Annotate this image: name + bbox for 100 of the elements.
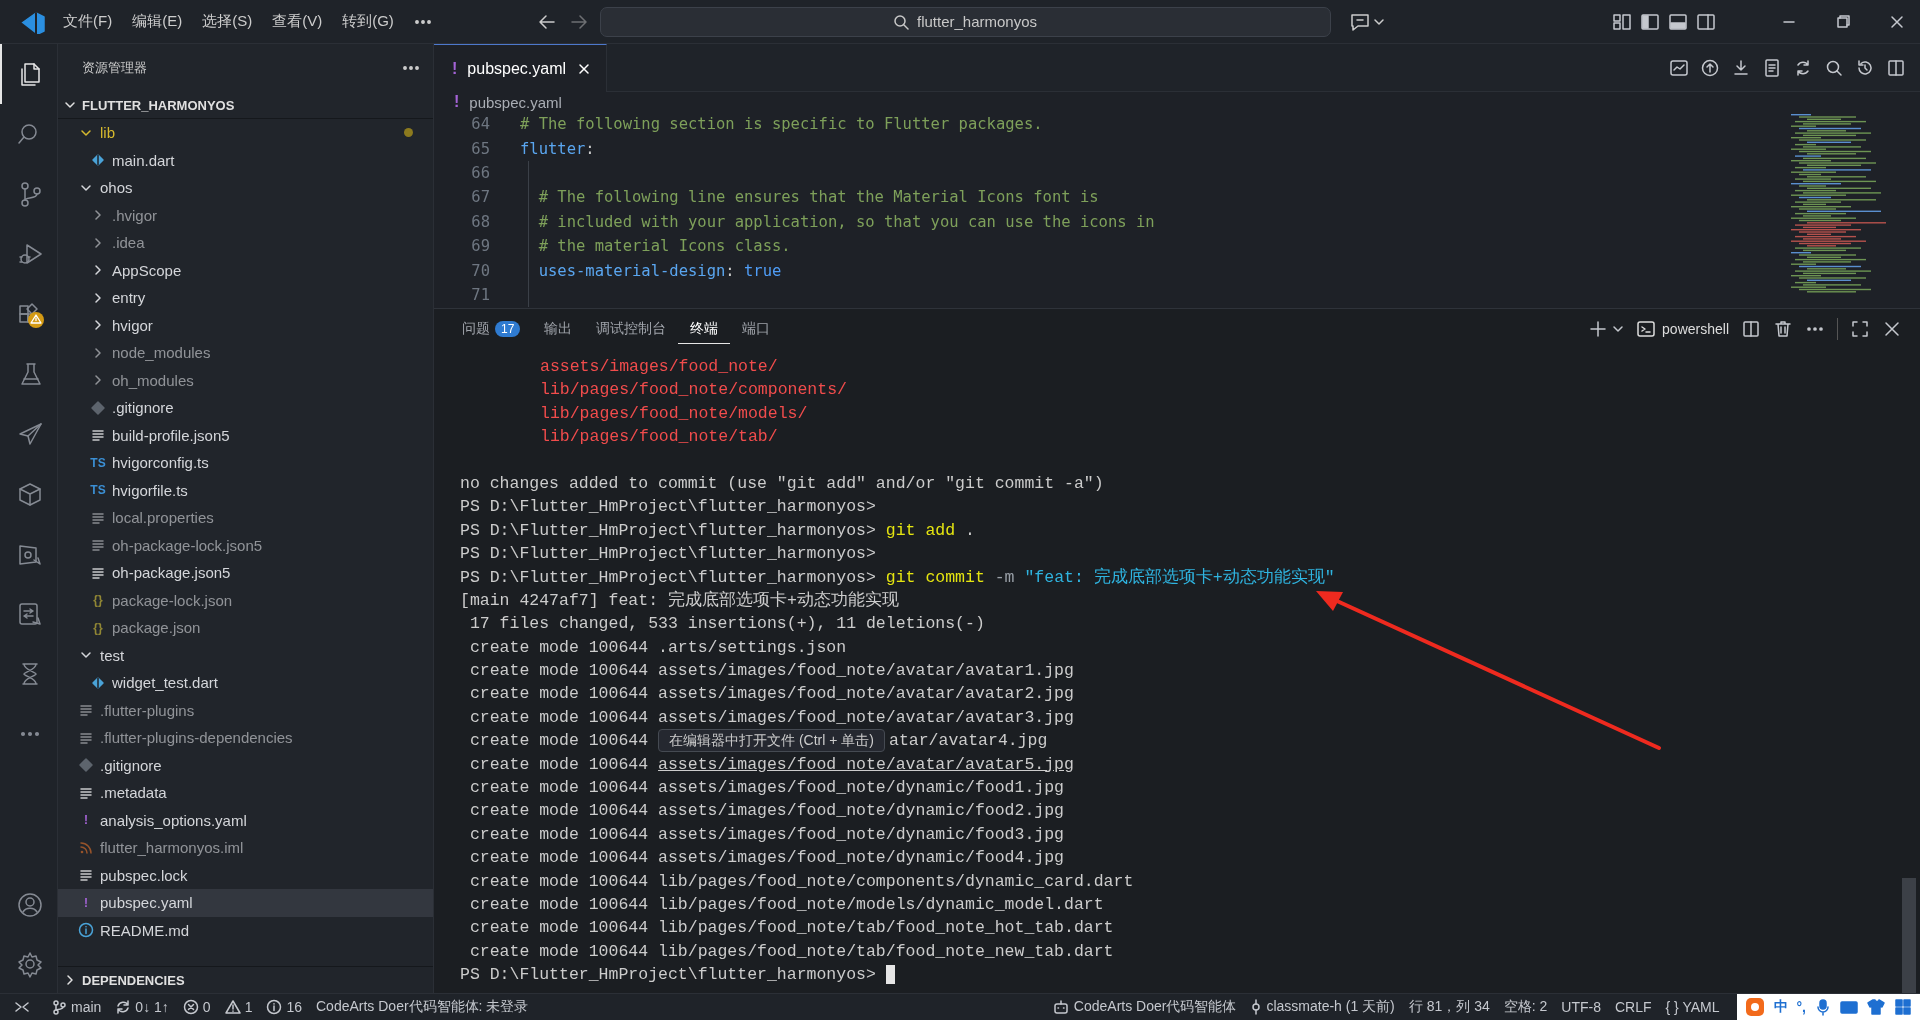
json-file-icon: {} [90, 620, 106, 635]
shell-selector[interactable]: powershell [1636, 319, 1729, 339]
terminal-text: create mode 100644 assets/images/food_note/dynamic/food2.jpg [468, 801, 1064, 821]
folder-item[interactable]: hvigor [58, 311, 433, 339]
terminal-text: PS D:\Flutter_HmProject\flutter_harmonyos> [460, 965, 876, 985]
sync-status[interactable]: 0↓ 1↑ [108, 994, 176, 1020]
layout-icon[interactable] [1612, 11, 1632, 32]
file-item[interactable]: {} package-lock.json [58, 586, 433, 614]
lines-icon [78, 702, 94, 719]
file-item[interactable]: pubspec.lock [58, 861, 433, 889]
status-item[interactable]: 行 81，列 34 [1401, 994, 1497, 1020]
branch-indicator[interactable]: main [44, 994, 109, 1020]
status-item[interactable]: { } YAML [1658, 994, 1727, 1020]
file-item[interactable]: local.properties [58, 504, 433, 532]
close-icon[interactable] [1882, 319, 1902, 339]
editor-tab[interactable]: ! pubspec.yaml [434, 44, 608, 92]
keyboard-icon[interactable] [1840, 998, 1858, 1016]
file-item[interactable]: .gitignore [58, 394, 433, 422]
file-item[interactable]: build-profile.json5 [58, 421, 433, 449]
menu-item[interactable]: 转到(G) [333, 8, 403, 35]
remote-icon[interactable] [14, 999, 30, 1015]
file-item[interactable]: .metadata [58, 779, 433, 807]
info-count[interactable]: 16 [259, 994, 309, 1020]
trash-icon[interactable] [1773, 319, 1793, 339]
folder-item[interactable]: ohos [58, 174, 433, 202]
status-item[interactable]: UTF-8 [1554, 994, 1608, 1020]
folder-item[interactable]: entry [58, 284, 433, 312]
warning-count[interactable]: 1 [217, 994, 260, 1020]
menu-item[interactable]: 选择(S) [193, 8, 262, 35]
file-item[interactable]: {} package.json [58, 614, 433, 642]
file-item[interactable]: TS hvigorfile.ts [58, 476, 433, 504]
terminal-text: create mode 100644 .arts/settings.json [468, 637, 847, 657]
terminal-text: create mode 100644 assets/images/food_note/avatar/avatar2.jpg [468, 684, 1074, 704]
lines-icon [90, 537, 106, 554]
line-number: 68 [470, 212, 490, 231]
menu-item[interactable]: 查看(V) [263, 8, 332, 35]
agent-status[interactable]: CodeArts Doer代码智能体 [1044, 994, 1244, 1020]
file-item[interactable]: TS hvigorconfig.ts [58, 449, 433, 477]
panel-toggle-icon[interactable] [1668, 11, 1688, 32]
ime-mode[interactable]: 中 [1773, 998, 1788, 1016]
panel-tab[interactable]: 调试控制台 [584, 314, 679, 344]
panel-tab[interactable]: 终端 [678, 314, 731, 344]
panel-tab[interactable]: 输出 [532, 314, 585, 344]
split-editor-icon[interactable] [1886, 57, 1906, 78]
file-link[interactable]: assets/images/food_note/avatar/avatar5.jpg [658, 754, 1074, 774]
folder-item[interactable]: oh_modules [58, 366, 433, 394]
download-icon[interactable] [1731, 57, 1751, 78]
status-item[interactable]: CRLF [1607, 994, 1659, 1020]
terminal-text: 17 files changed, 533 insertions(+), 11 deletions(-) [468, 614, 985, 634]
grid-icon[interactable] [1894, 998, 1912, 1016]
status-item[interactable]: 空格: 2 [1496, 994, 1555, 1020]
split-icon[interactable] [1741, 319, 1761, 339]
file-item[interactable]: .gitignore [58, 751, 433, 779]
shirt-icon[interactable] [1867, 998, 1885, 1016]
folder-item[interactable]: test [58, 641, 433, 669]
file-item[interactable]: widget_test.dart [58, 669, 433, 697]
dart-file-icon [90, 152, 106, 169]
line-number: 70 [470, 261, 490, 280]
history-icon[interactable] [1855, 57, 1875, 78]
account-icon[interactable] [15, 890, 44, 919]
maximize-icon[interactable] [1850, 319, 1870, 339]
terminal-text: create mode 100644 assets/images/food_note/dynamic/food3.jpg [468, 824, 1064, 844]
section-title[interactable]: DEPENDENCIES [82, 972, 185, 988]
file-item[interactable]: .flutter-plugins-dependencies [58, 724, 433, 752]
menu-item[interactable]: 文件(F) [54, 8, 122, 35]
command-center-search[interactable]: flutter_harmonyos [599, 6, 1331, 37]
file-item[interactable]: main.dart [58, 146, 433, 174]
menu-item[interactable]: 编辑(E) [123, 8, 192, 35]
terminal-cursor [885, 965, 895, 985]
file-item[interactable]: README.md [58, 916, 433, 944]
chart-icon[interactable] [1669, 57, 1689, 78]
sidebar-toggle-icon[interactable] [1640, 11, 1660, 32]
microphone-icon[interactable] [1815, 998, 1831, 1016]
folder-item[interactable]: .hvigor [58, 201, 433, 229]
add-icon[interactable] [1588, 319, 1609, 339]
folder-item[interactable]: AppScope [58, 256, 433, 284]
panel-tab[interactable]: 问题 17 [450, 314, 533, 344]
status-item[interactable]: CodeArts Doer代码智能体: 未登录 [309, 994, 536, 1020]
panel-tab[interactable]: 端口 [730, 314, 783, 344]
file-item[interactable]: oh-package.json5 [58, 559, 433, 587]
file-item[interactable]: ! analysis_options.yaml [58, 806, 433, 834]
file-item[interactable]: .flutter-plugins [58, 696, 433, 724]
yaml-file-icon: ! [78, 813, 94, 828]
file-item[interactable]: oh-package-lock.json5 [58, 531, 433, 559]
folder-item[interactable]: node_modules [58, 339, 433, 367]
breadcrumb-item[interactable]: pubspec.yaml [469, 93, 562, 111]
scrollbar-thumb[interactable] [1902, 878, 1916, 993]
ime-punctuation[interactable]: °, [1796, 999, 1806, 1015]
upload-icon[interactable] [1700, 57, 1720, 78]
blame-info[interactable]: classmate-h (1 天前) [1243, 994, 1402, 1020]
ime-toolbar[interactable]: 中 °, [1736, 994, 1920, 1020]
document-icon[interactable] [1762, 57, 1782, 78]
file-item[interactable]: ! pubspec.yaml [58, 889, 433, 917]
secondary-sidebar-icon[interactable] [1696, 11, 1716, 32]
error-count[interactable]: 0 [175, 994, 218, 1020]
folder-item[interactable]: lib [58, 119, 433, 147]
folder-item[interactable]: .idea [58, 229, 433, 257]
file-item[interactable]: flutter_harmonyos.iml [58, 834, 433, 862]
folder-title[interactable]: FLUTTER_HARMONYOS [82, 97, 235, 113]
settings-icon[interactable] [15, 949, 44, 978]
